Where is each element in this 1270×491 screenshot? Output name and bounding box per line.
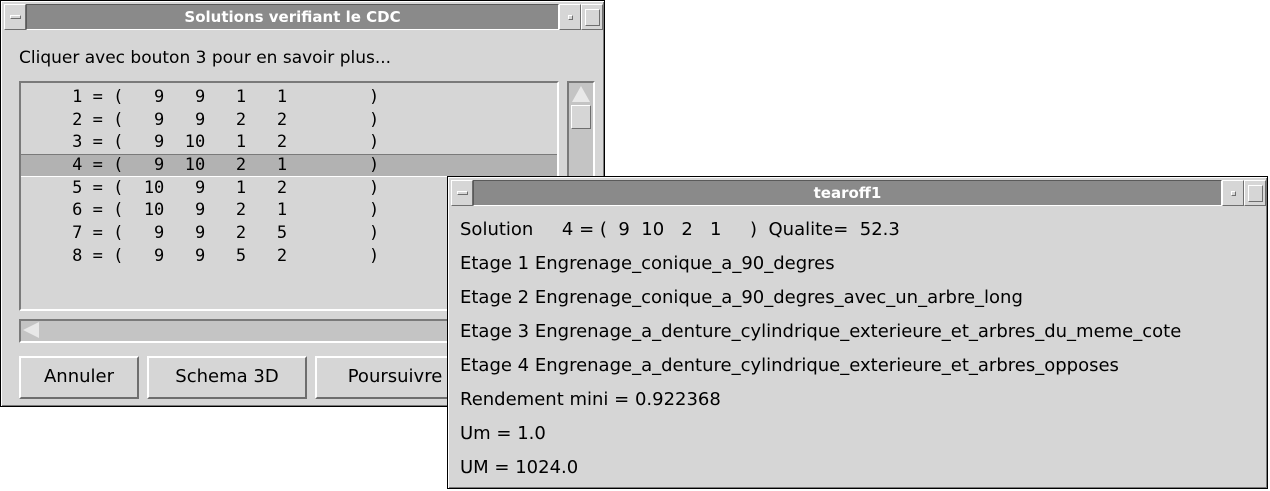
scroll-up-arrow-icon[interactable] [572,86,590,102]
window-menu-icon [457,191,468,195]
window-menu-button[interactable] [4,4,26,30]
solution-row[interactable]: 3 = ( 9 10 1 2 ) [21,131,557,154]
tearoff-titlebar: tearoff1 [451,180,1266,206]
minimize-icon [568,15,573,20]
maximize-button[interactable] [1244,180,1266,206]
maximize-icon [585,9,600,26]
minimize-icon [1231,191,1236,196]
hint-label: Cliquer avec bouton 3 pour en savoir plu… [19,48,392,68]
maximize-icon [1248,185,1263,202]
solution-summary: Solution 4 = ( 9 10 2 1 ) Qualite= 52.3 [460,219,900,240]
tearoff-window: tearoff1 Solution 4 = ( 9 10 2 1 ) Quali… [447,176,1268,489]
window-title[interactable]: tearoff1 [473,180,1222,206]
stage-1-label: Etage 1 Engrenage_conique_a_90_degres [460,253,835,274]
window-menu-button[interactable] [451,180,473,206]
schema-3d-button[interactable]: Schema 3D [147,356,307,399]
solution-row[interactable]: 2 = ( 9 9 2 2 ) [21,109,557,132]
solutions-titlebar: Solutions verifiant le CDC [4,4,603,30]
solution-row[interactable]: 4 = ( 9 10 2 1 ) [21,154,557,177]
vertical-scroll-thumb[interactable] [571,105,591,129]
minimize-button[interactable] [1222,180,1244,206]
efficiency-label: Rendement mini = 0.922368 [460,389,721,410]
scroll-left-arrow-icon[interactable] [23,322,39,338]
cancel-button[interactable]: Annuler [19,356,139,399]
stage-4-label: Etage 4 Engrenage_a_denture_cylindrique_… [460,355,1119,376]
solution-row[interactable]: 1 = ( 9 9 1 1 ) [21,86,557,109]
window-title[interactable]: Solutions verifiant le CDC [26,4,559,30]
maximize-button[interactable] [581,4,603,30]
um-min-label: Um = 1.0 [460,423,546,444]
um-max-label: UM = 1024.0 [460,457,579,478]
horizontal-scrollbar[interactable] [19,319,459,343]
stage-3-label: Etage 3 Engrenage_a_denture_cylindrique_… [460,321,1182,342]
minimize-button[interactable] [559,4,581,30]
stage-2-label: Etage 2 Engrenage_conique_a_90_degres_av… [460,287,1023,308]
window-menu-icon [10,15,21,19]
